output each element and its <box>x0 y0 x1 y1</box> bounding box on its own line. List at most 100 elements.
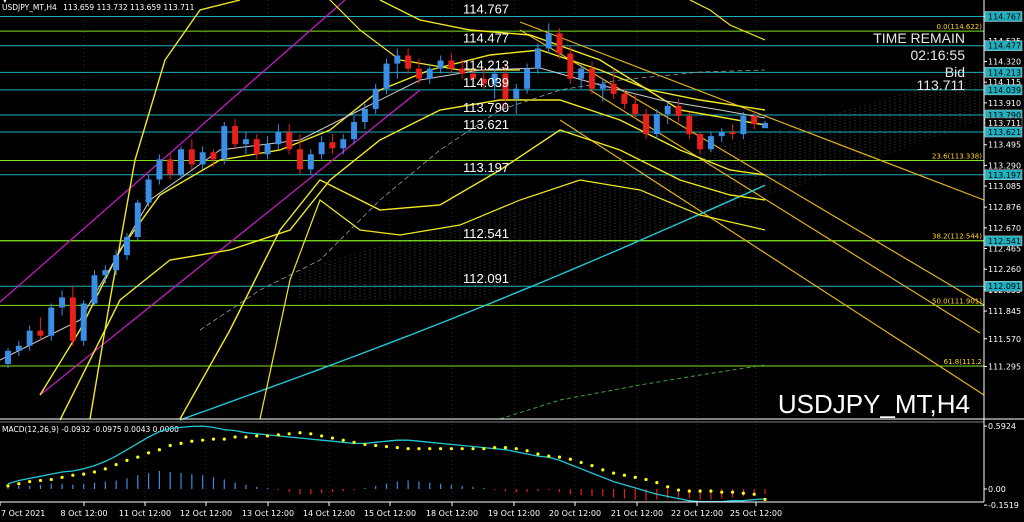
macd-signal-dot <box>720 490 724 494</box>
macd-signal-dot <box>709 489 713 493</box>
candle-bull <box>664 105 671 114</box>
macd-signal-dot <box>136 455 140 459</box>
candle-bull <box>5 350 11 364</box>
y-tick-label: 113.910 <box>988 99 1021 108</box>
candle-bull <box>113 255 120 271</box>
ohlc-values: 113.659 113.732 113.659 113.711 <box>63 3 194 12</box>
candle-bull <box>340 139 347 149</box>
candle-bull <box>513 88 520 99</box>
candle-bear <box>610 83 617 94</box>
macd-signal-dot <box>612 471 616 475</box>
macd-signal-dot <box>309 432 313 436</box>
candle-bull <box>134 202 141 237</box>
candle-bull <box>102 270 109 276</box>
candle-bear <box>632 103 639 114</box>
macd-signal-dot <box>276 433 280 437</box>
macd-tick-label: -0.1519 <box>988 501 1019 510</box>
candle-bull <box>26 330 33 346</box>
macd-signal-dot <box>352 440 356 444</box>
candle-bear <box>567 53 574 79</box>
macd-signal-dot <box>244 435 248 439</box>
candle-bear <box>697 134 704 150</box>
fibo-label: 61.8(111.2 <box>944 358 982 366</box>
x-tick-label: 22 Oct 12:00 <box>671 509 723 518</box>
macd-signal-dot <box>125 458 129 462</box>
candle-bull <box>653 113 660 135</box>
macd-signal-dot <box>622 473 627 477</box>
y-tick-label: 111.570 <box>988 335 1021 344</box>
macd-signal-dot <box>449 447 453 451</box>
macd-signal-dot <box>6 484 10 488</box>
macd-signal-dot <box>655 481 659 485</box>
macd-signal-dot <box>330 436 335 440</box>
price-tag-label: 114.767 <box>988 13 1021 22</box>
candle-bear <box>329 142 336 149</box>
candle-bear <box>232 126 239 145</box>
candle-bull <box>426 68 433 79</box>
macd-signal-dot <box>547 454 551 458</box>
candle-bear <box>37 330 44 336</box>
level-label: 113.197 <box>463 160 509 175</box>
fibo-label: 23.6(113.338) <box>932 153 982 161</box>
x-tick-label: 25 Oct 12:00 <box>730 509 782 518</box>
candle-bull <box>394 55 401 64</box>
candle-bull <box>534 48 541 69</box>
candle-bear <box>751 115 758 125</box>
macd-tick-label: 0.5924 <box>988 422 1016 431</box>
candle-bull <box>123 236 130 256</box>
price-tag-label: 114.477 <box>988 42 1021 51</box>
macd-signal-dot <box>438 447 443 451</box>
macd-signal-dot <box>633 475 637 479</box>
candle-bear <box>286 132 293 150</box>
y-tick-label: 113.085 <box>988 182 1021 191</box>
x-tick-label: 21 Oct 12:00 <box>611 509 663 518</box>
macd-signal-dot <box>222 437 226 441</box>
macd-signal-dot <box>157 448 161 452</box>
level-label: 113.621 <box>463 117 509 132</box>
chart-background <box>0 0 1024 522</box>
candle-bear <box>643 113 650 135</box>
macd-signal-dot <box>146 451 151 455</box>
candle-bull <box>275 132 282 145</box>
candle-bull <box>242 139 249 145</box>
x-tick-label: 14 Oct 12:00 <box>303 509 355 518</box>
price-tag-label: 113.197 <box>988 171 1021 180</box>
candle-bull <box>599 83 606 89</box>
macd-signal-dot <box>471 447 475 451</box>
timer-label: TIME REMAIN <box>873 30 965 46</box>
macd-signal-dot <box>557 455 562 459</box>
fibo-label: 50.0(111.901) <box>932 297 982 305</box>
macd-signal-dot <box>460 447 464 451</box>
macd-signal-dot <box>71 473 75 477</box>
macd-signal-dot <box>38 478 43 483</box>
price-chart[interactable]: 0.0(114.622)23.6(113.338)38.2(112.544)50… <box>0 0 1024 522</box>
candle-bear <box>188 149 195 165</box>
macd-signal-dot <box>265 434 270 438</box>
price-tag-label: 112.091 <box>988 282 1021 291</box>
candle-bull <box>59 297 66 308</box>
candle-bull <box>264 144 271 155</box>
y-tick-label: 112.260 <box>988 265 1021 274</box>
symbol-ohlc-header: USDJPY_MT,H4 113.659 113.732 113.659 113… <box>2 3 195 12</box>
candle-bear <box>210 152 217 160</box>
candle-bear <box>297 149 303 170</box>
macd-signal-dot <box>60 475 64 479</box>
candle-bull <box>707 136 714 150</box>
macd-signal-dot <box>601 468 605 472</box>
macd-signal-dot <box>752 492 756 496</box>
price-tag-label: 114.213 <box>988 68 1021 77</box>
timer-time: 02:16:55 <box>911 47 966 63</box>
candle-bull <box>524 68 531 89</box>
macd-signal-dot <box>384 444 389 449</box>
macd-signal-dot <box>28 479 32 484</box>
candle-bull <box>15 345 22 351</box>
level-label: 112.091 <box>463 271 509 286</box>
candle-bear <box>675 105 682 116</box>
fibo-label: 38.2(112.544) <box>932 233 982 241</box>
level-label: 114.477 <box>463 31 509 46</box>
macd-signal-dot <box>503 446 508 450</box>
candle-bear <box>729 132 736 135</box>
level-label: 114.213 <box>463 57 509 72</box>
candle-bear <box>556 33 563 54</box>
candle-bull <box>307 154 314 170</box>
